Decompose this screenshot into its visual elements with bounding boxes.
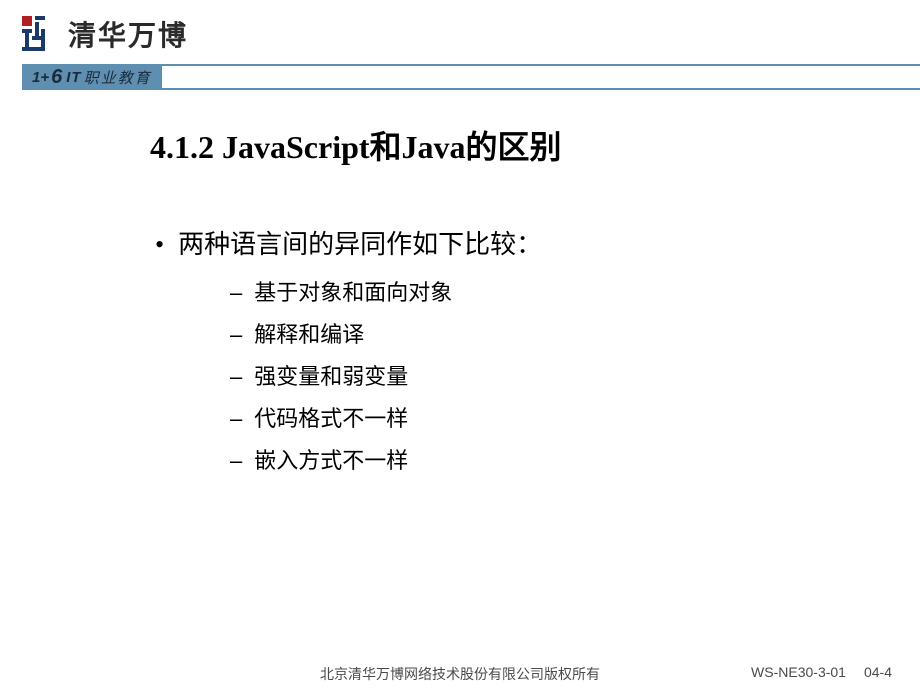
dash-icon: – [230,364,242,390]
footer-right: WS-NE30-3-01 04-4 [751,664,892,680]
logo-text: 清华万博 [68,14,188,54]
sub-bullet-text: 代码格式不一样 [254,401,408,433]
sub-brand-stripe [162,64,920,90]
slide-footer: 北京清华万博网络技术股份有限公司版权所有 WS-NE30-3-01 04-4 [0,664,920,680]
footer-doc-code: WS-NE30-3-01 [751,664,846,680]
sub-brand-badge: 1 + 6 IT 职业教育 [22,64,162,90]
dash-icon: – [230,322,242,348]
footer-page-number: 04-4 [864,664,892,680]
logo-icon [22,16,58,52]
sub-bullet-text: 基于对象和面向对象 [254,275,452,307]
dash-icon: – [230,406,242,432]
list-item: –嵌入方式不一样 [230,443,920,475]
main-bullet-text: 两种语言间的异同作如下比较： [178,224,542,261]
bullet-dot-icon: • [155,232,164,258]
slide-header: 清华万博 1 + 6 IT 职业教育 [0,0,920,90]
list-item: –解释和编译 [230,317,920,349]
sub-brand-plus: + [40,69,49,86]
sub-bullet-list: –基于对象和面向对象 –解释和编译 –强变量和弱变量 –代码格式不一样 –嵌入方… [230,275,920,475]
sub-brand-it: IT [66,69,81,86]
footer-copyright: 北京清华万博网络技术股份有限公司版权所有 [320,664,600,684]
sub-bullet-text: 强变量和弱变量 [254,359,408,391]
list-item: –强变量和弱变量 [230,359,920,391]
sub-bullet-text: 嵌入方式不一样 [254,443,408,475]
sub-bullet-text: 解释和编译 [254,317,364,349]
list-item: –基于对象和面向对象 [230,275,920,307]
sub-brand-six: 6 [51,66,62,89]
main-bullet: • 两种语言间的异同作如下比较： [155,224,920,261]
sub-brand-bar: 1 + 6 IT 职业教育 [22,64,920,90]
dash-icon: – [230,280,242,306]
slide-title: 4.1.2 JavaScript和Java的区别 [150,122,920,168]
list-item: –代码格式不一样 [230,401,920,433]
sub-brand-one: 1 [32,69,40,86]
dash-icon: – [230,448,242,474]
logo-row: 清华万博 [22,14,920,54]
sub-brand-edu: 职业教育 [84,67,152,88]
